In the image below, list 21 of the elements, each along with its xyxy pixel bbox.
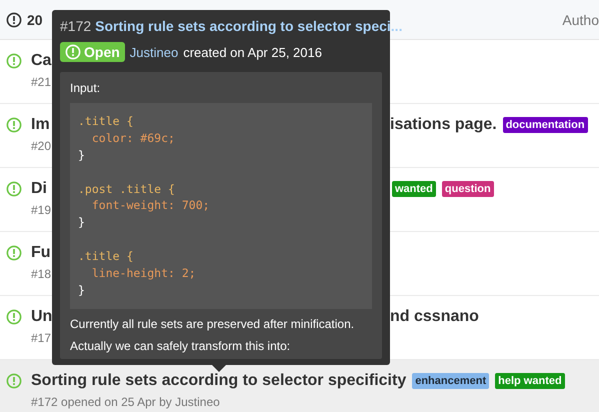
state-badge: Open: [60, 42, 125, 62]
code-line: }: [78, 146, 85, 164]
code-line: .post .title {: [78, 180, 175, 198]
popover-issue-number: #172: [60, 18, 92, 34]
issue-meta: #19: [31, 203, 52, 217]
body-text: Currently all rule sets are preserved after minification.: [70, 316, 354, 331]
created-date: created on Apr 25, 2016: [183, 44, 322, 60]
code-line: color: #69c;: [90, 130, 175, 147]
code-line: .title {: [78, 113, 134, 130]
issue-meta: #17: [31, 331, 52, 345]
body-text: Actually we can safely transform this into:: [70, 338, 290, 353]
issue-meta: #20: [31, 139, 52, 153]
code-line: font-weight: 700;: [90, 197, 210, 214]
body-text: Input:: [70, 81, 100, 95]
issue-meta: #172 opened on 25 Apr by Justineo: [31, 395, 221, 409]
issue-meta: #21: [31, 75, 52, 89]
code-line: }: [78, 282, 85, 299]
issue-meta: #18: [31, 267, 52, 281]
code-line: }: [78, 214, 85, 232]
code-line: line-height: 2;: [90, 265, 196, 282]
code-line: .title {: [78, 248, 134, 266]
